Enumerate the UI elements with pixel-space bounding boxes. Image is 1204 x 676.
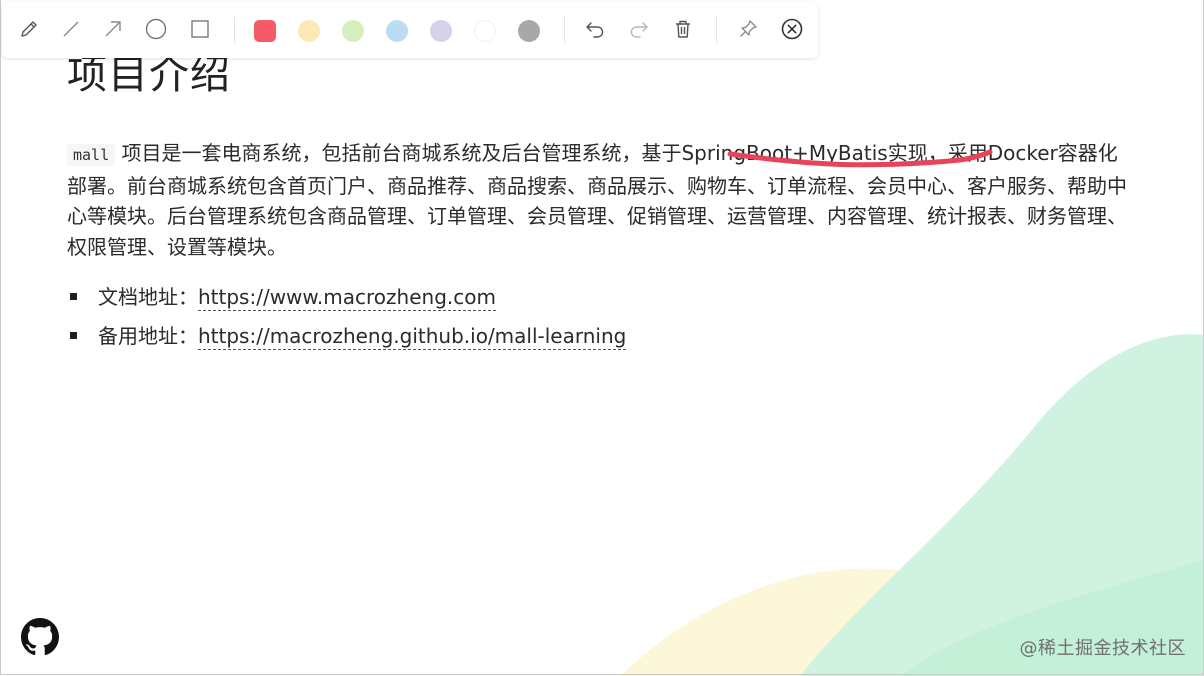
close-icon[interactable] <box>779 16 805 42</box>
arrow-icon[interactable] <box>100 16 126 42</box>
pin-icon[interactable] <box>735 16 761 42</box>
color-swatch-blue[interactable] <box>386 20 408 42</box>
color-swatch-yellow[interactable] <box>298 20 320 42</box>
color-swatch-green[interactable] <box>342 20 364 42</box>
link-label: 备用地址： <box>98 324 198 348</box>
undo-icon[interactable] <box>582 16 608 42</box>
bullet-marker <box>70 293 77 300</box>
color-swatch-red[interactable] <box>254 20 276 42</box>
annotation-toolbar <box>2 2 818 58</box>
color-swatch-gray[interactable] <box>518 20 540 42</box>
rectangle-icon[interactable] <box>187 16 213 42</box>
color-swatch-purple[interactable] <box>430 20 452 42</box>
pencil-icon[interactable] <box>16 16 42 42</box>
link-label: 文档地址： <box>98 285 198 309</box>
red-underline-annotation <box>727 149 993 168</box>
toolbar-divider <box>234 17 235 43</box>
line-icon[interactable] <box>58 16 84 42</box>
links-list: 文档地址：https://www.macrozheng.com 备用地址：htt… <box>67 280 627 358</box>
inline-code-mall: mall <box>67 144 116 166</box>
toolbar-divider <box>564 17 565 43</box>
watermark-text: @稀土掘金技术社区 <box>1019 638 1186 659</box>
list-item: 备用地址：https://macrozheng.github.io/mall-l… <box>67 319 627 358</box>
trash-icon[interactable] <box>670 16 696 42</box>
redo-icon[interactable] <box>626 16 652 42</box>
toolbar-divider <box>716 17 717 43</box>
circle-icon[interactable] <box>143 16 169 42</box>
docs-link[interactable]: https://www.macrozheng.com <box>198 285 496 311</box>
github-icon[interactable] <box>21 618 59 656</box>
bullet-marker <box>70 332 77 339</box>
intro-text-part1: 项目是一套电商系统，包括前台商城系统及后台管理系统，基于 <box>115 141 682 165</box>
color-swatch-white[interactable] <box>474 20 496 42</box>
backup-link[interactable]: https://macrozheng.github.io/mall-learni… <box>198 324 627 350</box>
list-item: 文档地址：https://www.macrozheng.com <box>67 280 626 319</box>
